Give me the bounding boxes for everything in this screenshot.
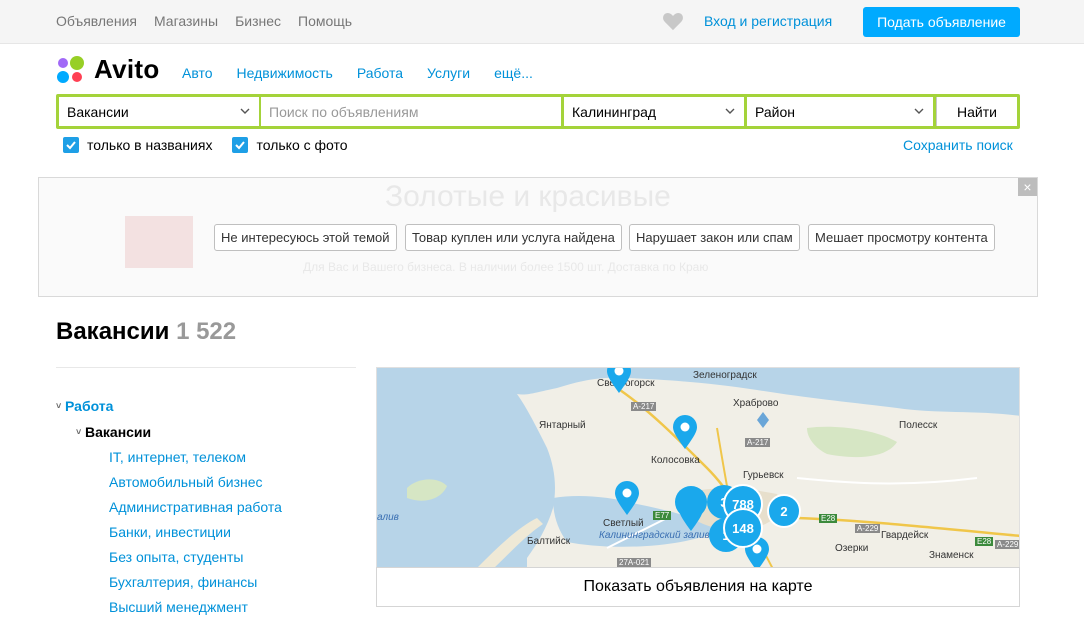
ad-close-button[interactable]: × [1018,178,1037,196]
category-nav: Авто Недвижимость Работа Услуги ещё... [182,65,557,81]
subcategory-item[interactable]: Автомобильный бизнес [109,474,282,499]
search-input-placeholder: Поиск по объявлениям [269,103,419,120]
top-nav-shops[interactable]: Магазины [154,13,218,29]
subcategory-item[interactable]: Бухгалтерия, финансы [109,574,282,599]
ad-option-obstructs[interactable]: Мешает просмотру контента [808,224,995,251]
map-road-e77: E77 [653,511,672,520]
map-label-zaliv: алив [377,512,399,523]
collapse-chevron-icon: ˅ [56,401,62,411]
top-nav-help[interactable]: Помощь [298,13,352,29]
city-select[interactable]: Калининград [564,97,744,126]
map-cluster-148[interactable]: 148 [723,508,763,548]
catnav-auto[interactable]: Авто [182,65,213,81]
map-label-yantarny: Янтарный [539,420,586,431]
chevron-down-icon [725,108,735,114]
avito-logo-dots-icon [57,55,84,83]
subcategory-item[interactable]: IT, интернет, телеком [109,449,282,474]
page-title-text: Вакансии [56,318,170,345]
subcategory-item[interactable]: Высший менеджмент [109,599,282,624]
top-bar: Объявления Магазины Бизнес Помощь Вход и… [0,0,1084,44]
city-select-value: Калининград [572,103,657,120]
subcategory-list: IT, интернет, телеком Автомобильный бизн… [109,449,282,624]
district-select-value: Район [755,103,795,120]
map-label-svetly: Светлый [603,518,644,529]
login-register-link[interactable]: Вход и регистрация [704,13,832,29]
map-cluster[interactable] [675,486,707,518]
favorites-heart-icon[interactable] [662,11,684,31]
avito-logo[interactable]: Avito [56,54,160,85]
save-search-link[interactable]: Сохранить поиск [903,137,1013,153]
tree-root-jobs[interactable]: ˅ Работа [56,398,113,414]
divider [56,367,356,368]
subcategory-item[interactable]: Без опыта, студенты [109,549,282,574]
with-photo-label[interactable]: только с фото [256,137,347,153]
search-bar: Вакансии Поиск по объявлениям Калинингра… [56,94,1020,129]
map-cluster-2[interactable]: 2 [767,494,801,528]
map-road-a229: A-229 [995,540,1019,549]
checkmark-icon [235,141,246,150]
map-label-kolosovka: Колосовка [651,455,700,466]
ad-option-not-interested[interactable]: Не интересуюсь этой темой [214,224,397,251]
post-ad-button[interactable]: Подать объявление [863,7,1020,37]
chevron-down-icon [914,108,924,114]
ad-ghost-image [125,216,193,268]
map-label-zelenogradsk: Зеленоградск [693,370,757,381]
page-title: Вакансии 1 522 [56,318,236,346]
top-nav-ads[interactable]: Объявления [56,13,137,29]
category-select[interactable]: Вакансии [59,97,259,126]
ad-feedback-block: Золотые и красивые Для Вас и Вашего бизн… [38,177,1038,297]
district-select[interactable]: Район [747,97,933,126]
catnav-realty[interactable]: Недвижимость [237,65,333,81]
filter-row: только в названиях только с фото [63,137,348,153]
ad-option-bought[interactable]: Товар куплен или услуга найдена [405,224,622,251]
find-button[interactable]: Найти [936,97,1017,126]
map-road-a229: A-229 [855,524,881,533]
map-label-ozerki: Озерки [835,543,869,554]
map-pin-icon[interactable] [613,480,641,516]
ad-ghost-heading: Золотые и красивые [385,180,671,213]
titles-only-checkbox[interactable] [63,137,79,153]
logo-text: Avito [94,54,160,84]
ad-option-spam[interactable]: Нарушает закон или спам [629,224,800,251]
map-label-guryevsk: Гурьевск [743,470,784,481]
map-road-27a021: 27A-021 [617,558,652,567]
map-pin-icon[interactable] [605,367,633,394]
catnav-more[interactable]: ещё... [494,65,533,81]
tree-root-label: Работа [65,398,114,414]
map-preview[interactable]: Зеленоградск Светлогорск Янтарный Храбро… [376,367,1020,568]
titles-only-label[interactable]: только в названиях [87,137,212,153]
map-pin-icon[interactable] [671,414,699,450]
map-label-znamensk: Знаменск [929,550,974,561]
results-count: 1 522 [176,318,237,345]
map-road-a217: A-217 [745,438,771,447]
map-road-e28: E28 [819,514,838,523]
tree-current-vacancies: ˅ Вакансии [76,424,151,440]
subcategory-item[interactable]: Банки, инвестиции [109,524,282,549]
with-photo-checkbox[interactable] [232,137,249,153]
tree-current-label: Вакансии [85,424,152,440]
collapse-chevron-icon: ˅ [76,427,82,437]
subcategory-item[interactable]: Административная работа [109,499,282,524]
ad-ghost-line: Для Вас и Вашего бизнеса. В наличии боле… [303,260,709,274]
map-label-baltiysk: Балтийск [527,536,571,547]
map-road-a217: A-217 [631,402,657,411]
search-input[interactable]: Поиск по объявлениям [261,97,561,126]
chevron-down-icon [240,108,250,114]
show-on-map-button[interactable]: Показать объявления на карте [376,567,1020,607]
map-label-gvardeysk: Гвардейск [881,530,929,541]
checkmark-icon [66,141,76,150]
catnav-jobs[interactable]: Работа [357,65,403,81]
category-select-value: Вакансии [67,103,129,120]
catnav-services[interactable]: Услуги [427,65,470,81]
top-nav: Объявления Магазины Бизнес Помощь [56,13,369,29]
map-road-e28: E28 [975,537,994,546]
map-label-polesk: Полесск [899,420,938,431]
map-label-khrabrovo: Храброво [733,398,779,409]
top-nav-business[interactable]: Бизнес [235,13,281,29]
